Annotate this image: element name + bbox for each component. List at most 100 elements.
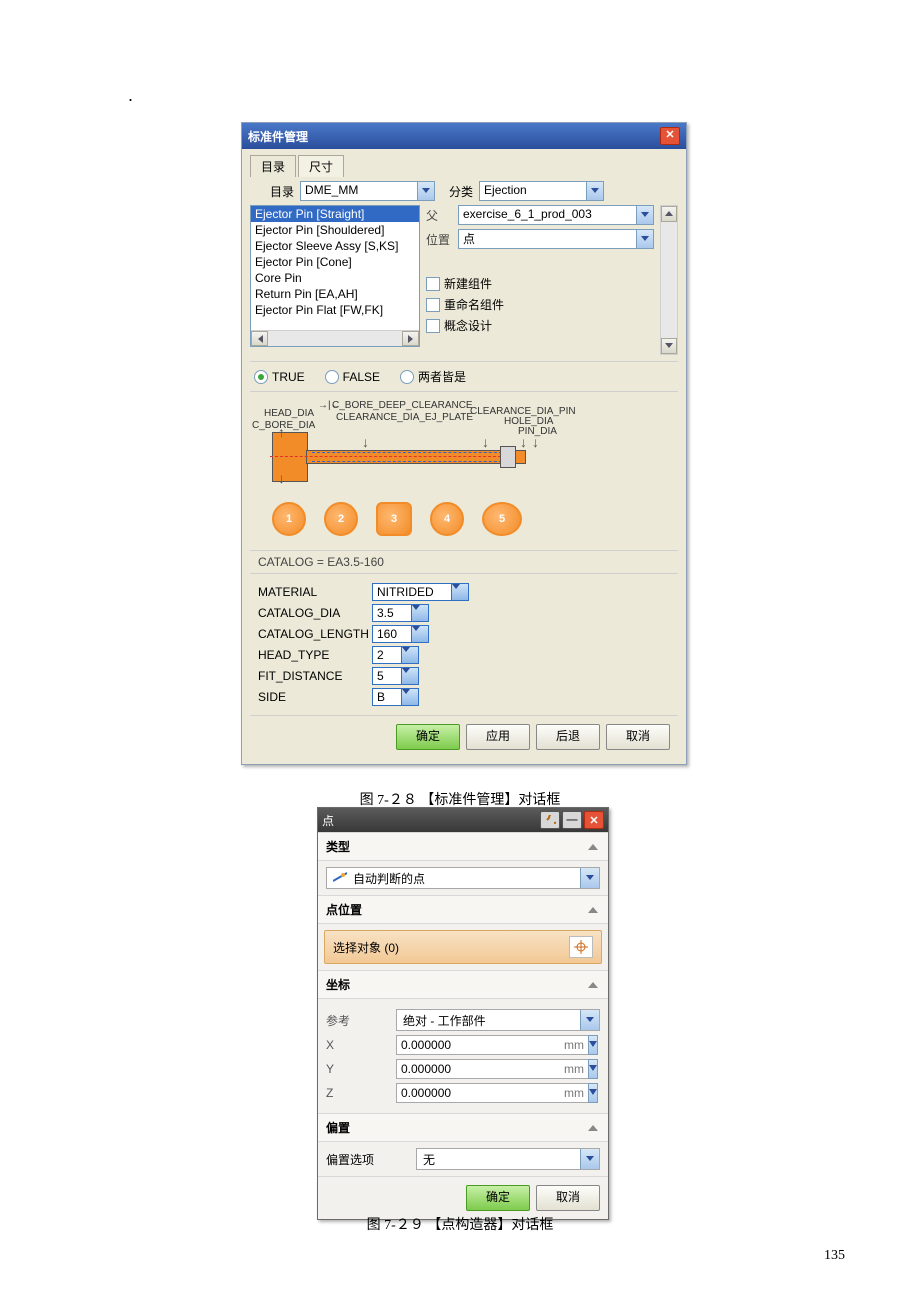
preview-thumb[interactable]: 4 bbox=[430, 502, 464, 536]
scroll-down-icon[interactable] bbox=[661, 338, 677, 354]
spin-icon[interactable] bbox=[588, 1035, 598, 1055]
tabs: 目录 尺寸 bbox=[250, 155, 678, 177]
ok-button[interactable]: 确定 bbox=[466, 1185, 530, 1211]
dropdown-arrow-icon[interactable] bbox=[401, 667, 419, 685]
list-item[interactable]: Core Pin bbox=[251, 270, 419, 286]
param-label: FIT_DISTANCE bbox=[258, 669, 372, 683]
z-label: Z bbox=[326, 1086, 396, 1100]
dlg2-titlebar[interactable]: 点 — ✕ bbox=[318, 808, 608, 832]
collapse-icon[interactable] bbox=[586, 1121, 600, 1135]
page-number: 135 bbox=[824, 1248, 845, 1264]
radio-true[interactable]: TRUE bbox=[254, 368, 305, 385]
param-combo[interactable] bbox=[372, 688, 419, 706]
collapse-icon[interactable] bbox=[586, 840, 600, 854]
catalog-combo[interactable] bbox=[300, 181, 435, 201]
collapse-icon[interactable] bbox=[586, 978, 600, 992]
catalog-input[interactable] bbox=[301, 182, 417, 198]
offset-label: 偏置选项 bbox=[326, 1151, 416, 1168]
radio-false[interactable]: FALSE bbox=[325, 368, 380, 385]
cancel-button[interactable]: 取消 bbox=[536, 1185, 600, 1211]
dia-label: HEAD_DIA bbox=[264, 408, 314, 419]
param-combo[interactable] bbox=[372, 583, 469, 601]
ok-button[interactable]: 确定 bbox=[396, 724, 460, 750]
figure-caption-1: 图 7-２８ 【标准件管理】对话框 bbox=[0, 789, 920, 809]
spin-icon[interactable] bbox=[588, 1059, 598, 1079]
dia-label: CLEARANCE_DIA_EJ_PLATE bbox=[336, 412, 473, 423]
dropdown-arrow-icon[interactable] bbox=[580, 1149, 599, 1169]
dropdown-arrow-icon[interactable] bbox=[417, 182, 434, 200]
param-combo[interactable] bbox=[372, 625, 429, 643]
class-label: 分类 bbox=[449, 183, 473, 200]
dropdown-arrow-icon[interactable] bbox=[411, 604, 429, 622]
list-item[interactable]: Return Pin [EA,AH] bbox=[251, 286, 419, 302]
parent-label: 父 bbox=[426, 207, 454, 224]
apply-button[interactable]: 应用 bbox=[466, 724, 530, 750]
scroll-left-icon[interactable] bbox=[251, 331, 268, 346]
dlg1-title: 标准件管理 bbox=[248, 128, 308, 145]
dropdown-arrow-icon[interactable] bbox=[586, 182, 603, 200]
section-offset-header[interactable]: 偏置 bbox=[318, 1113, 608, 1142]
class-combo[interactable] bbox=[479, 181, 604, 201]
list-item[interactable]: Ejector Pin [Cone] bbox=[251, 254, 419, 270]
list-item[interactable]: Ejector Pin [Shouldered] bbox=[251, 222, 419, 238]
class-input[interactable] bbox=[480, 182, 586, 198]
ref-combo[interactable]: 绝对 - 工作部件 bbox=[396, 1009, 600, 1031]
param-combo[interactable] bbox=[372, 604, 429, 622]
dlg1-titlebar[interactable]: 标准件管理 ✕ bbox=[242, 123, 686, 149]
collapse-icon[interactable] bbox=[586, 903, 600, 917]
param-combo[interactable] bbox=[372, 646, 419, 664]
dropdown-arrow-icon[interactable] bbox=[580, 1010, 599, 1030]
y-field[interactable]: mm bbox=[396, 1059, 520, 1079]
new-component-checkbox[interactable]: 新建组件 bbox=[426, 275, 654, 292]
v-scrollbar[interactable] bbox=[660, 205, 678, 355]
list-item[interactable]: Ejector Pin Flat [FW,FK] bbox=[251, 302, 419, 318]
back-button[interactable]: 后退 bbox=[536, 724, 600, 750]
scroll-up-icon[interactable] bbox=[661, 206, 677, 222]
parent-combo[interactable] bbox=[458, 205, 654, 225]
preview-thumb[interactable]: 3 bbox=[376, 502, 412, 536]
parent-input[interactable] bbox=[459, 206, 636, 222]
preview-thumb[interactable]: 2 bbox=[324, 502, 358, 536]
close-icon[interactable]: ✕ bbox=[660, 127, 680, 145]
radio-both[interactable]: 两者皆是 bbox=[400, 368, 466, 385]
minimize-icon[interactable]: — bbox=[562, 811, 582, 829]
dropdown-arrow-icon[interactable] bbox=[580, 868, 599, 888]
preview-thumb[interactable]: 1 bbox=[272, 502, 306, 536]
pos-input[interactable] bbox=[459, 230, 636, 246]
concept-design-checkbox[interactable]: 概念设计 bbox=[426, 317, 654, 334]
param-label: SIDE bbox=[258, 690, 372, 704]
true-false-radio-group: TRUE FALSE 两者皆是 bbox=[250, 361, 678, 392]
x-field[interactable]: mm bbox=[396, 1035, 520, 1055]
offset-combo[interactable]: 无 bbox=[416, 1148, 600, 1170]
tab-size[interactable]: 尺寸 bbox=[298, 155, 344, 177]
standard-parts-dialog: 标准件管理 ✕ 目录 尺寸 目录 分类 Ejector Pin [Straigh… bbox=[241, 122, 687, 765]
list-item[interactable]: Ejector Sleeve Assy [S,KS] bbox=[251, 238, 419, 254]
preview-thumb[interactable]: 5 bbox=[482, 502, 522, 536]
scroll-right-icon[interactable] bbox=[402, 331, 419, 346]
dropdown-arrow-icon[interactable] bbox=[401, 646, 419, 664]
undo-icon[interactable] bbox=[540, 811, 560, 829]
select-object-row[interactable]: 选择对象 (0) bbox=[324, 930, 602, 964]
rename-component-checkbox[interactable]: 重命名组件 bbox=[426, 296, 654, 313]
close-icon[interactable]: ✕ bbox=[584, 811, 604, 829]
param-combo[interactable] bbox=[372, 667, 419, 685]
parts-list[interactable]: Ejector Pin [Straight] Ejector Pin [Shou… bbox=[250, 205, 420, 347]
list-item[interactable]: Ejector Pin [Straight] bbox=[251, 206, 419, 222]
spin-icon[interactable] bbox=[588, 1083, 598, 1103]
tab-catalog[interactable]: 目录 bbox=[250, 155, 296, 177]
dropdown-arrow-icon[interactable] bbox=[411, 625, 429, 643]
section-position-header[interactable]: 点位置 bbox=[318, 895, 608, 924]
type-combo[interactable]: 自动判断的点 bbox=[326, 867, 600, 889]
dropdown-arrow-icon[interactable] bbox=[636, 206, 653, 224]
section-coord-header[interactable]: 坐标 bbox=[318, 970, 608, 999]
dropdown-arrow-icon[interactable] bbox=[401, 688, 419, 706]
dropdown-arrow-icon[interactable] bbox=[451, 583, 469, 601]
cancel-button[interactable]: 取消 bbox=[606, 724, 670, 750]
z-field[interactable]: mm bbox=[396, 1083, 520, 1103]
dropdown-arrow-icon[interactable] bbox=[636, 230, 653, 248]
pos-combo[interactable] bbox=[458, 229, 654, 249]
section-type-header[interactable]: 类型 bbox=[318, 832, 608, 861]
h-scrollbar[interactable] bbox=[251, 330, 419, 346]
pin-diagram: HEAD_DIA C_BORE_DIA C_BORE_DEEP_CLEARANC… bbox=[250, 392, 678, 551]
pick-icon[interactable] bbox=[569, 936, 593, 958]
